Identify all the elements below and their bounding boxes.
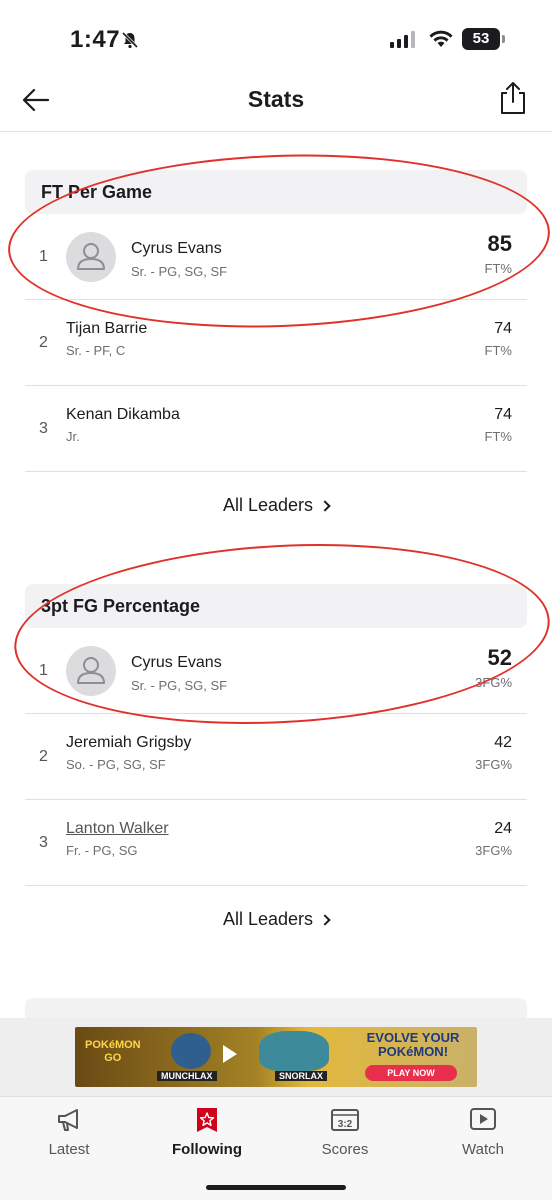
ad-logo-line1: POKéMON bbox=[85, 1039, 141, 1051]
munchlax-image bbox=[171, 1033, 211, 1069]
rank: 1 bbox=[39, 248, 48, 265]
next-section-header bbox=[25, 998, 527, 1018]
ad-logo-line2: GO bbox=[104, 1052, 122, 1064]
ad-banner[interactable]: POKéMON GO MUNCHLAX SNORLAX EVOLVE YOUR … bbox=[75, 1027, 477, 1087]
person-icon bbox=[77, 243, 105, 270]
tab-label: Watch bbox=[462, 1141, 504, 1158]
all-leaders-label: All Leaders bbox=[222, 495, 314, 515]
rank: 2 bbox=[39, 748, 48, 765]
megaphone-icon bbox=[58, 1109, 78, 1131]
stat-unit: FT% bbox=[484, 343, 512, 358]
section-title: FT Per Game bbox=[25, 170, 527, 214]
player-name: Kenan Dikamba bbox=[66, 406, 180, 423]
snorlax-image bbox=[259, 1031, 329, 1071]
stat-unit: FT% bbox=[484, 261, 512, 276]
player-detail: Fr. - PG, SG bbox=[66, 843, 138, 858]
chevron-right-icon bbox=[319, 500, 331, 512]
chevron-right-icon bbox=[319, 914, 331, 926]
stat-unit: 3FG% bbox=[475, 757, 512, 772]
stat-section-ft: FT Per Game 1 Cyrus Evans Sr. - PG, SG, … bbox=[25, 170, 527, 538]
stat-value: 85 bbox=[487, 231, 512, 256]
tab-label: Scores bbox=[321, 1141, 369, 1158]
stats-content[interactable]: FT Per Game 1 Cyrus Evans Sr. - PG, SG, … bbox=[0, 133, 552, 1018]
tab-watch[interactable]: Watch bbox=[414, 1097, 552, 1177]
player-detail: Sr. - PG, SG, SF bbox=[131, 264, 228, 279]
tab-bar: Latest Following 3:2 Scores Watch bbox=[0, 1096, 552, 1200]
player-name: Tijan Barrie bbox=[66, 320, 148, 337]
battery-indicator: 53 bbox=[462, 28, 500, 50]
rank: 1 bbox=[39, 662, 48, 679]
avatar bbox=[66, 232, 116, 282]
battery-cap bbox=[502, 35, 505, 43]
share-icon[interactable] bbox=[497, 80, 529, 116]
player-detail: Sr. - PG, SG, SF bbox=[131, 678, 228, 693]
player-detail: Jr. bbox=[66, 429, 80, 444]
stat-value: 42 bbox=[494, 734, 512, 751]
rank: 3 bbox=[39, 420, 48, 437]
ad-logo: POKéMON GO bbox=[85, 1039, 141, 1065]
rank: 3 bbox=[39, 834, 48, 851]
tab-following[interactable]: Following bbox=[138, 1097, 276, 1177]
ad-cta-button[interactable]: PLAY NOW bbox=[365, 1065, 457, 1081]
bell-muted-icon bbox=[121, 31, 139, 49]
wifi-icon bbox=[429, 30, 453, 47]
stat-unit: 3FG% bbox=[475, 843, 512, 858]
nav-header: Stats bbox=[0, 70, 552, 132]
tab-latest[interactable]: Latest bbox=[0, 1097, 138, 1177]
avatar bbox=[66, 646, 116, 696]
player-name: Jeremiah Grigsby bbox=[66, 734, 192, 751]
player-name: Cyrus Evans bbox=[131, 654, 222, 671]
all-leaders-link[interactable]: All Leaders bbox=[25, 886, 527, 952]
ad-right-label: SNORLAX bbox=[275, 1071, 328, 1081]
page-title: Stats bbox=[247, 86, 305, 112]
person-icon bbox=[77, 657, 105, 684]
player-detail: So. - PG, SG, SF bbox=[66, 757, 166, 772]
tab-scores[interactable]: 3:2 Scores bbox=[276, 1097, 414, 1177]
stat-value: 74 bbox=[494, 406, 512, 423]
leader-row[interactable]: 1 Cyrus Evans Sr. - PG, SG, SF 52 3FG% bbox=[25, 628, 527, 714]
cellular-signal-icon bbox=[390, 30, 415, 48]
leader-row[interactable]: 1 Cyrus Evans Sr. - PG, SG, SF 85 FT% bbox=[25, 214, 527, 300]
status-time: 1:47 bbox=[70, 26, 121, 53]
player-name-link[interactable]: Lanton Walker bbox=[66, 820, 169, 838]
stat-unit: FT% bbox=[484, 429, 512, 444]
ad-headline: EVOLVE YOUR POKéMON! bbox=[366, 1030, 460, 1059]
stat-section-3pt: 3pt FG Percentage 1 Cyrus Evans Sr. - PG… bbox=[25, 584, 527, 952]
ad-strip: POKéMON GO MUNCHLAX SNORLAX EVOLVE YOUR … bbox=[0, 1018, 552, 1096]
player-detail: Sr. - PF, C bbox=[66, 343, 126, 358]
ad-left-label: MUNCHLAX bbox=[157, 1071, 217, 1081]
play-icon bbox=[470, 1108, 496, 1130]
player-name: Cyrus Evans bbox=[131, 240, 222, 257]
all-leaders-label: All Leaders bbox=[222, 909, 314, 929]
stat-value: 24 bbox=[494, 820, 512, 837]
arrow-right-icon bbox=[223, 1045, 237, 1063]
stat-value: 74 bbox=[494, 320, 512, 337]
leader-row[interactable]: 3 Kenan Dikamba Jr. 74 FT% bbox=[25, 386, 527, 472]
home-indicator bbox=[206, 1185, 346, 1190]
stat-value: 52 bbox=[487, 645, 512, 670]
tab-label: Latest bbox=[48, 1141, 90, 1158]
rank: 2 bbox=[39, 334, 48, 351]
section-title: 3pt FG Percentage bbox=[25, 584, 527, 628]
leader-row[interactable]: 2 Tijan Barrie Sr. - PF, C 74 FT% bbox=[25, 300, 527, 386]
status-bar: 1:47 53 bbox=[0, 0, 552, 80]
stat-unit: 3FG% bbox=[475, 675, 512, 690]
star-icon bbox=[197, 1108, 217, 1132]
tab-label: Following bbox=[172, 1141, 242, 1158]
leader-row[interactable]: 3 Lanton Walker Fr. - PG, SG 24 3FG% bbox=[25, 800, 527, 886]
all-leaders-link[interactable]: All Leaders bbox=[25, 472, 527, 538]
leader-row[interactable]: 2 Jeremiah Grigsby So. - PG, SG, SF 42 3… bbox=[25, 714, 527, 800]
scoreboard-icon: 3:2 bbox=[331, 1109, 359, 1131]
svg-text:3:2: 3:2 bbox=[338, 1119, 353, 1130]
